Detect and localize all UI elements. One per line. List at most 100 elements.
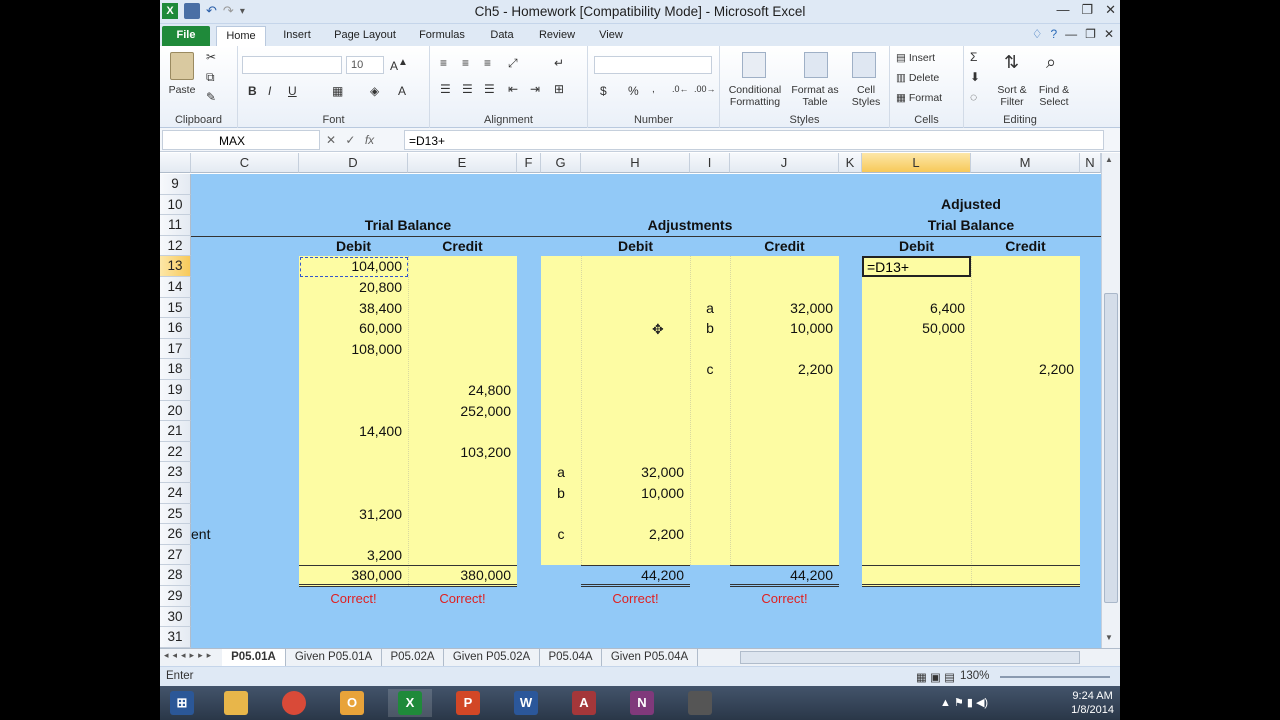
scroll-up-icon[interactable]: ▲ <box>1105 155 1113 164</box>
row-header[interactable]: 24 <box>160 483 191 504</box>
find-select-icon[interactable]: ⌕ <box>1046 52 1056 73</box>
wrap-text-icon[interactable]: ↵ <box>554 56 564 70</box>
row-header[interactable]: 21 <box>160 421 191 442</box>
delete-cells-button[interactable]: ▥ Delete <box>896 72 956 84</box>
cell-c26[interactable]: ent <box>191 524 251 544</box>
row-header[interactable]: 26 <box>160 524 191 545</box>
sort-filter-button[interactable]: Sort & Filter <box>992 84 1032 108</box>
col-header-l[interactable]: L <box>862 153 971 173</box>
taskbar-onenote[interactable]: N <box>620 689 664 717</box>
col-header-k[interactable]: K <box>839 153 862 173</box>
sheet-tab-given-p0502a[interactable]: Given P05.02A <box>444 649 540 666</box>
col-header-m[interactable]: M <box>971 153 1080 173</box>
cell-d28-total[interactable]: 380,000 <box>299 565 402 585</box>
percent-button[interactable]: % <box>628 84 639 98</box>
align-middle-icon[interactable]: ≡ <box>462 56 469 70</box>
orientation-icon[interactable]: ⤢ <box>508 56 518 71</box>
format-cells-button[interactable]: ▦ Format <box>896 92 956 104</box>
align-right-icon[interactable]: ☰ <box>484 82 495 96</box>
number-format-box[interactable] <box>594 56 712 74</box>
row-header[interactable]: 19 <box>160 380 191 401</box>
taskbar-explorer[interactable] <box>214 689 258 717</box>
tab-insert[interactable]: Insert <box>274 26 320 46</box>
increase-decimal-icon[interactable]: .0← <box>672 84 689 94</box>
row-header-selected[interactable]: 13 <box>160 256 191 277</box>
adj-debit-code-c[interactable]: c <box>541 524 581 544</box>
tab-data[interactable]: Data <box>482 26 522 46</box>
workbook-restore-icon[interactable]: ❐ <box>1085 27 1096 41</box>
row-header[interactable]: 9 <box>160 174 191 195</box>
cell-styles-icon[interactable] <box>852 52 876 78</box>
adj-debit-amount-b[interactable]: 10,000 <box>581 483 684 503</box>
italic-button[interactable]: I <box>268 84 271 98</box>
adj-credit-code-a[interactable]: a <box>690 298 730 318</box>
col-header-f[interactable]: F <box>517 153 541 173</box>
adj-debit-amount-c[interactable]: 2,200 <box>581 524 684 544</box>
enter-icon[interactable]: ✓ <box>345 133 355 147</box>
paste-icon[interactable] <box>170 52 194 80</box>
font-size-box[interactable]: 10 <box>346 56 384 74</box>
cell-e20[interactable]: 252,000 <box>408 401 511 421</box>
tab-formulas[interactable]: Formulas <box>414 26 470 46</box>
clock[interactable]: 9:24 AM 1/8/2014 <box>1071 689 1114 717</box>
tab-view[interactable]: View <box>592 26 630 46</box>
active-cell-l13[interactable]: =D13+ <box>862 256 971 277</box>
conditional-formatting-icon[interactable] <box>742 52 766 78</box>
row-header[interactable]: 23 <box>160 462 191 483</box>
col-header-g[interactable]: G <box>541 153 581 173</box>
col-header-j[interactable]: J <box>730 153 839 173</box>
sheet-tab-given-p0501a[interactable]: Given P05.01A <box>286 649 382 666</box>
maximize-button[interactable]: ❐ <box>1081 2 1093 18</box>
autosum-icon[interactable]: Σ <box>970 50 977 64</box>
row-header[interactable]: 15 <box>160 297 191 319</box>
copy-icon[interactable]: ⧉ <box>206 70 215 85</box>
scroll-thumb[interactable] <box>1104 293 1118 603</box>
row-header[interactable]: 25 <box>160 503 191 525</box>
row-header[interactable]: 14 <box>160 277 191 298</box>
col-header-d[interactable]: D <box>299 153 408 173</box>
increase-indent-icon[interactable]: ⇥ <box>530 82 540 96</box>
row-header[interactable]: 18 <box>160 359 191 380</box>
row-header[interactable]: 16 <box>160 318 191 339</box>
adj-credit-amount-c[interactable]: 2,200 <box>730 359 833 379</box>
cell-d25[interactable]: 31,200 <box>299 504 402 524</box>
view-buttons-icon[interactable]: ▦ ▣ ▤ <box>916 670 955 684</box>
horizontal-scrollbar[interactable] <box>740 651 1080 664</box>
format-table-icon[interactable] <box>804 52 828 78</box>
merge-center-icon[interactable]: ⊞ <box>554 82 564 96</box>
conditional-formatting-button[interactable]: Conditional Formatting <box>726 84 784 108</box>
cell-l16[interactable]: 50,000 <box>862 318 965 338</box>
align-center-icon[interactable]: ☰ <box>462 82 473 96</box>
fill-color-icon[interactable]: ◈ <box>370 84 379 98</box>
insert-cells-button[interactable]: ▤ Insert <box>896 52 956 64</box>
scroll-down-icon[interactable]: ▼ <box>1105 633 1113 642</box>
start-button[interactable]: ⊞ <box>160 689 204 717</box>
sheet-tab-p0502a[interactable]: P05.02A <box>382 649 444 666</box>
sheet-nav-icons[interactable]: ◂◂◂▸▸▸ <box>164 650 215 661</box>
name-box[interactable]: MAX <box>162 130 320 150</box>
cell-e28-total[interactable]: 380,000 <box>408 565 511 585</box>
row-header[interactable]: 28 <box>160 565 191 586</box>
cell-j28-total[interactable]: 44,200 <box>730 565 833 585</box>
underline-button[interactable]: U <box>288 84 297 98</box>
format-as-table-button[interactable]: Format as Table <box>790 84 840 108</box>
font-name-box[interactable] <box>242 56 342 74</box>
row-header[interactable]: 10 <box>160 194 191 216</box>
workbook-close-icon[interactable]: ✕ <box>1104 27 1114 41</box>
col-header-i[interactable]: I <box>690 153 730 173</box>
tab-file[interactable]: File <box>162 26 210 46</box>
clear-icon[interactable]: ◌ <box>970 90 977 104</box>
cell-d17[interactable]: 108,000 <box>299 339 402 359</box>
insert-function-icon[interactable]: fx <box>365 133 374 147</box>
comma-style-icon[interactable]: , <box>652 84 655 95</box>
borders-icon[interactable]: ▦ <box>332 84 343 98</box>
row-header[interactable]: 31 <box>160 627 191 648</box>
taskbar-access[interactable]: A <box>562 689 606 717</box>
grow-font-icon[interactable]: A▲ <box>390 57 408 73</box>
adj-debit-code-a[interactable]: a <box>541 462 581 482</box>
adj-credit-code-b[interactable]: b <box>690 318 730 338</box>
adj-credit-code-c[interactable]: c <box>690 359 730 379</box>
adj-credit-amount-a[interactable]: 32,000 <box>730 298 833 318</box>
cancel-icon[interactable]: ✕ <box>326 133 336 147</box>
zoom-slider[interactable] <box>1000 676 1110 678</box>
